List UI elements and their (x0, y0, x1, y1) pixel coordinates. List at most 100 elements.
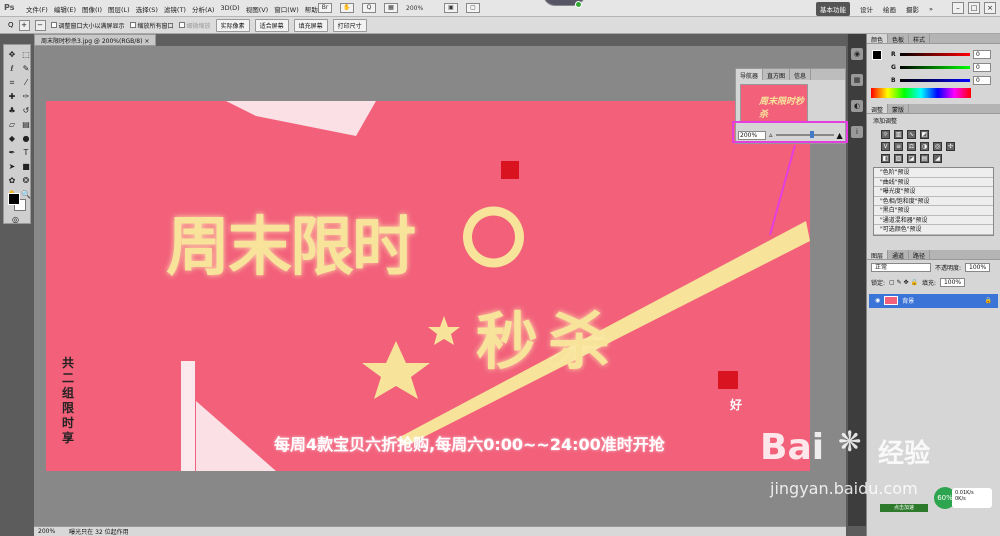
preset-levels[interactable]: "色阶"预设 (874, 168, 993, 178)
crop-tool-icon[interactable]: ⌗ (6, 77, 18, 89)
tab-masks[interactable]: 蒙版 (888, 104, 910, 114)
swatches-icon[interactable]: ▦ (851, 74, 863, 86)
eraser-icon[interactable]: ▱ (6, 119, 18, 131)
workspace-photography[interactable]: 摄影 (906, 4, 919, 14)
tab-adjustments[interactable]: 调整 (867, 104, 889, 114)
selective-color-icon[interactable]: ◢ (933, 154, 942, 163)
workspace-more-icon[interactable]: » (929, 5, 933, 13)
document-close-icon[interactable]: × (144, 38, 149, 45)
accelerate-label[interactable]: 点击加速 (880, 504, 928, 512)
vibrance-icon[interactable]: V (881, 142, 890, 151)
maximize-button[interactable]: □ (968, 2, 980, 14)
3d-orbit-icon[interactable]: ❂ (20, 175, 32, 187)
menu-edit[interactable]: 编辑(E) (54, 4, 76, 14)
blue-value[interactable]: 0 (973, 76, 991, 85)
dodge-tool-icon[interactable]: ● (20, 133, 32, 145)
preset-black-white[interactable]: "黑白"预设 (874, 206, 993, 216)
red-value[interactable]: 0 (973, 50, 991, 59)
menu-layer[interactable]: 图层(L) (108, 4, 130, 14)
blur-tool-icon[interactable]: ◆ (6, 133, 18, 145)
arrange-icon[interactable]: ▣ (444, 3, 458, 13)
tab-styles[interactable]: 样式 (909, 34, 931, 44)
fill-input[interactable]: 100% (939, 277, 966, 287)
gradient-map-icon[interactable]: ▤ (920, 154, 929, 163)
fill-screen-button[interactable]: 填充屏幕 (293, 18, 328, 32)
clone-stamp-icon[interactable]: ♣ (6, 105, 18, 117)
resize-window-checkbox[interactable]: 调整窗口大小以满屏显示 (50, 21, 125, 30)
preset-selective-color[interactable]: "可选颜色"预设 (874, 225, 993, 235)
grid-icon[interactable]: ▦ (384, 3, 398, 13)
menu-file[interactable]: 文件(F) (26, 4, 48, 14)
menu-window[interactable]: 窗口(W) (274, 4, 299, 14)
brush-tool-icon[interactable]: ✑ (20, 91, 32, 103)
color-spectrum[interactable] (871, 88, 971, 98)
zoom-level-select[interactable]: 200% (406, 5, 436, 12)
navigator-thumbnail[interactable]: 周末限时秒杀 (740, 84, 808, 122)
tab-color[interactable]: 颜色 (867, 34, 889, 44)
brightness-icon[interactable]: ☼ (881, 130, 890, 139)
color-panel-icon[interactable]: ◉ (851, 48, 863, 60)
menu-select[interactable]: 选择(S) (136, 4, 158, 14)
photo-filter-icon[interactable]: ◎ (933, 142, 942, 151)
document-tab[interactable]: 周末限时秒杀3.jpg @ 200%(RGB/8) × (34, 34, 157, 46)
quick-select-icon[interactable]: ✎ (20, 63, 32, 75)
posterize-icon[interactable]: ▨ (894, 154, 903, 163)
green-slider[interactable] (900, 66, 970, 69)
info-icon[interactable]: i (851, 126, 863, 138)
pen-tool-icon[interactable]: ✒ (6, 147, 18, 159)
red-slider[interactable] (900, 53, 970, 56)
canvas[interactable]: 周末限时 秒杀 每周4款宝贝六折抢购,每周六0:00~~24:00准时开抢 共二… (46, 101, 810, 471)
hue-icon[interactable]: ≡ (894, 142, 903, 151)
network-widget[interactable]: 60% 0.01K/s 0K/s 点击加速 (880, 485, 992, 512)
tab-swatches[interactable]: 色板 (888, 34, 910, 44)
history-brush-icon[interactable]: ↺ (20, 105, 32, 117)
gradient-icon[interactable]: ▤ (20, 119, 32, 131)
close-button[interactable]: × (984, 2, 996, 14)
preset-exposure[interactable]: "曝光度"预设 (874, 187, 993, 197)
eyedropper-icon[interactable]: ⁄ (20, 77, 32, 89)
zoom-out-icon[interactable]: − (34, 19, 46, 31)
type-tool-icon[interactable]: T (20, 147, 32, 159)
3d-rotate-icon[interactable]: ✿ (6, 175, 18, 187)
threshold-icon[interactable]: ◪ (907, 154, 916, 163)
quick-mask-icon[interactable]: ◎ (12, 215, 19, 224)
exposure-icon[interactable]: ◩ (920, 130, 929, 139)
zoom-in-icon[interactable]: + (18, 19, 30, 31)
move-tool-icon[interactable]: ✥ (6, 49, 18, 61)
blend-mode-select[interactable]: 正常 (871, 262, 931, 272)
menu-image[interactable]: 图像(I) (82, 4, 102, 14)
actual-pixels-button[interactable]: 实际像素 (215, 18, 250, 32)
mixer-icon[interactable]: ✣ (946, 142, 955, 151)
green-value[interactable]: 0 (973, 63, 991, 72)
minimize-button[interactable]: – (952, 2, 964, 14)
eye-icon[interactable]: ◉ (875, 297, 880, 304)
workspace-essentials[interactable]: 基本功能 (816, 2, 850, 16)
balance-icon[interactable]: ⚖ (907, 142, 916, 151)
tab-layers[interactable]: 图层 (867, 249, 889, 260)
path-select-icon[interactable]: ➤ (6, 161, 18, 173)
curves-icon[interactable]: ∿ (907, 130, 916, 139)
zoom-tool-icon[interactable]: Q (362, 3, 376, 13)
tab-paths[interactable]: 路径 (909, 249, 931, 260)
lock-icons[interactable]: ▢ ✎ ✥ 🔒 (889, 279, 918, 286)
tab-channels[interactable]: 通道 (888, 249, 910, 260)
menu-analysis[interactable]: 分析(A) (192, 4, 215, 14)
blue-slider[interactable] (900, 79, 970, 82)
invert-icon[interactable]: ◧ (881, 154, 890, 163)
levels-icon[interactable]: ▥ (894, 130, 903, 139)
zoom-tool-preset-icon[interactable]: Q (8, 21, 14, 29)
fit-screen-button[interactable]: 适合屏幕 (254, 18, 289, 32)
bw-icon[interactable]: ◑ (920, 142, 929, 151)
menu-3d[interactable]: 3D(D) (220, 4, 239, 14)
tab-navigator[interactable]: 导航器 (736, 69, 764, 80)
screen-mode-icon[interactable]: ▢ (466, 3, 480, 13)
zoom-all-windows-checkbox[interactable]: 缩放所有窗口 (129, 21, 174, 30)
hand-tool-icon[interactable]: ✋ (340, 3, 354, 13)
layer-row-background[interactable]: ◉ 背景 🔒 (869, 293, 998, 308)
bridge-icon[interactable]: Br (318, 3, 332, 13)
workspace-design[interactable]: 设计 (860, 4, 873, 14)
opacity-input[interactable]: 100% (965, 262, 991, 272)
workspace-painting[interactable]: 绘画 (883, 4, 896, 14)
menu-view[interactable]: 视图(V) (246, 4, 269, 14)
foreground-color[interactable] (8, 193, 20, 205)
